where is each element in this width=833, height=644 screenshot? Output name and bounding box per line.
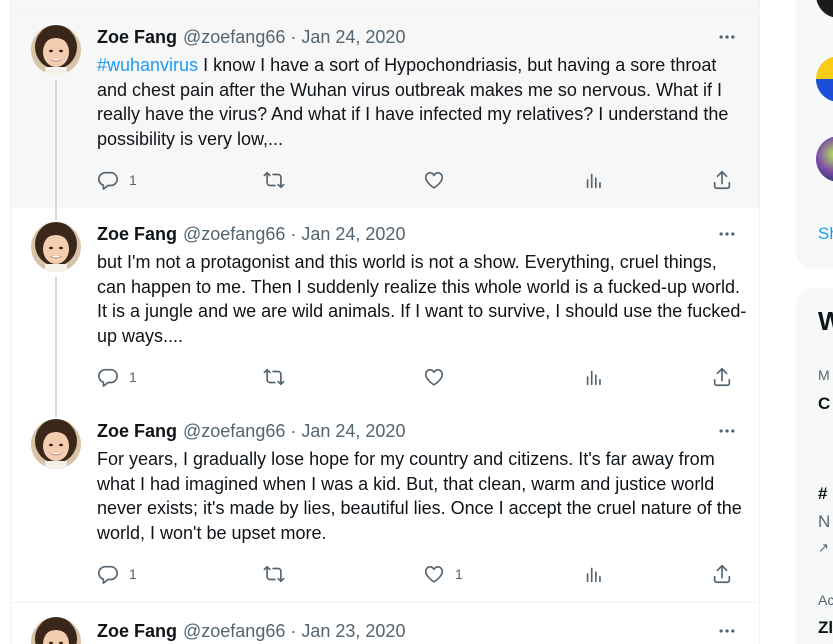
views-icon	[583, 563, 605, 585]
thread-line	[55, 277, 57, 405]
trend-title[interactable]: Zl	[818, 618, 833, 638]
tweet-1[interactable]: Zoe Fang @zoefang66 · Jan 24, 2020 #wuha…	[11, 10, 759, 208]
action-bar: 1	[97, 168, 747, 192]
hashtag-link[interactable]: #wuhanvirus	[97, 55, 198, 75]
thread-line	[55, 80, 57, 208]
reply-count: 1	[129, 172, 137, 188]
author-name[interactable]: Zoe Fang	[97, 224, 177, 245]
reply-button[interactable]: 1	[97, 168, 137, 192]
retweet-button[interactable]	[263, 168, 295, 192]
views-button[interactable]	[583, 168, 605, 192]
retweet-icon	[263, 563, 285, 585]
like-button[interactable]: 1	[423, 562, 463, 586]
author-name[interactable]: Zoe Fang	[97, 27, 177, 48]
like-icon	[423, 366, 445, 388]
share-button[interactable]	[711, 562, 733, 586]
reply-button[interactable]: 1	[97, 562, 137, 586]
tweet-date[interactable]: Jan 24, 2020	[301, 224, 405, 245]
avatar[interactable]	[31, 222, 81, 272]
tweet-2[interactable]: Zoe Fang @zoefang66 · Jan 24, 2020 but I…	[11, 208, 759, 405]
tweet-header: Zoe Fang @zoefang66 · Jan 24, 2020	[97, 420, 405, 442]
show-more-link[interactable]: Sh	[818, 224, 833, 244]
tweet-header: Zoe Fang @zoefang66 · Jan 24, 2020	[97, 223, 405, 245]
views-icon	[583, 169, 605, 191]
trend-meta: N	[818, 512, 831, 531]
author-handle[interactable]: @zoefang66	[183, 27, 285, 48]
share-icon	[711, 169, 733, 191]
tweet-text: For years, I gradually lose hope for my …	[97, 449, 742, 544]
separator: ·	[290, 223, 297, 244]
timeline: Zoe Fang @zoefang66 · Jan 24, 2020 #wuha…	[10, 0, 760, 644]
reply-count: 1	[129, 369, 137, 385]
action-bar: 1	[97, 365, 747, 389]
action-bar: 1 1	[97, 562, 747, 586]
more-icon[interactable]	[715, 27, 739, 47]
author-name[interactable]: Zoe Fang	[97, 421, 177, 442]
views-icon	[583, 366, 605, 388]
tweet-3[interactable]: Zoe Fang @zoefang66 · Jan 24, 2020 For y…	[11, 405, 759, 602]
thread-line	[55, 405, 57, 417]
trend-title[interactable]: #	[818, 484, 827, 504]
retweet-icon	[263, 169, 285, 191]
suggested-avatar[interactable]	[816, 0, 833, 18]
tweet-header: Zoe Fang @zoefang66 · Jan 24, 2020	[97, 26, 405, 48]
share-icon	[711, 366, 733, 388]
trend-title[interactable]: C	[818, 394, 830, 414]
tweet-text: #wuhanvirus I know I have a sort of Hypo…	[97, 53, 747, 152]
reply-icon	[97, 563, 119, 585]
separator: ·	[290, 420, 297, 441]
trend-meta: Ac	[818, 592, 833, 608]
avatar[interactable]	[31, 617, 81, 644]
share-button[interactable]	[711, 168, 733, 192]
suggested-avatar[interactable]	[816, 136, 833, 182]
like-count: 1	[455, 566, 463, 582]
share-icon	[711, 563, 733, 585]
retweet-icon	[263, 366, 285, 388]
thread-line	[55, 208, 57, 220]
tweet-text: but I'm not a protagonist and this world…	[97, 252, 747, 347]
like-button[interactable]	[423, 365, 455, 389]
more-icon[interactable]	[715, 224, 739, 244]
retweet-button[interactable]	[263, 365, 295, 389]
avatar[interactable]	[31, 419, 81, 469]
separator: ·	[290, 26, 297, 47]
reply-icon	[97, 366, 119, 388]
like-icon	[423, 563, 445, 585]
tweet-date[interactable]: Jan 23, 2020	[301, 621, 405, 642]
more-icon[interactable]	[715, 621, 739, 641]
author-handle[interactable]: @zoefang66	[183, 621, 285, 642]
views-button[interactable]	[583, 365, 605, 389]
author-handle[interactable]: @zoefang66	[183, 421, 285, 442]
retweet-button[interactable]	[263, 562, 295, 586]
trends-panel: W M C # N ↗ Ac Zl	[796, 288, 833, 644]
reply-icon	[97, 169, 119, 191]
author-handle[interactable]: @zoefang66	[183, 224, 285, 245]
more-icon[interactable]	[715, 421, 739, 441]
views-button[interactable]	[583, 562, 605, 586]
reply-button[interactable]: 1	[97, 365, 137, 389]
tweet-4[interactable]: Zoe Fang @zoefang66 · Jan 23, 2020	[11, 602, 759, 644]
who-to-follow-panel: Sh	[796, 0, 833, 268]
share-button[interactable]	[711, 365, 733, 389]
trend-link-icon: ↗	[818, 540, 829, 555]
like-icon	[423, 169, 445, 191]
tweet-header: Zoe Fang @zoefang66 · Jan 23, 2020	[97, 620, 405, 642]
like-button[interactable]	[423, 168, 455, 192]
suggested-avatar[interactable]	[816, 56, 833, 102]
section-title: W	[818, 306, 833, 336]
reply-count: 1	[129, 566, 137, 582]
divider	[11, 0, 759, 10]
tweet-date[interactable]: Jan 24, 2020	[301, 421, 405, 442]
avatar[interactable]	[31, 25, 81, 75]
trend-meta: M	[818, 367, 830, 383]
tweet-date[interactable]: Jan 24, 2020	[301, 27, 405, 48]
separator: ·	[290, 620, 297, 641]
author-name[interactable]: Zoe Fang	[97, 621, 177, 642]
